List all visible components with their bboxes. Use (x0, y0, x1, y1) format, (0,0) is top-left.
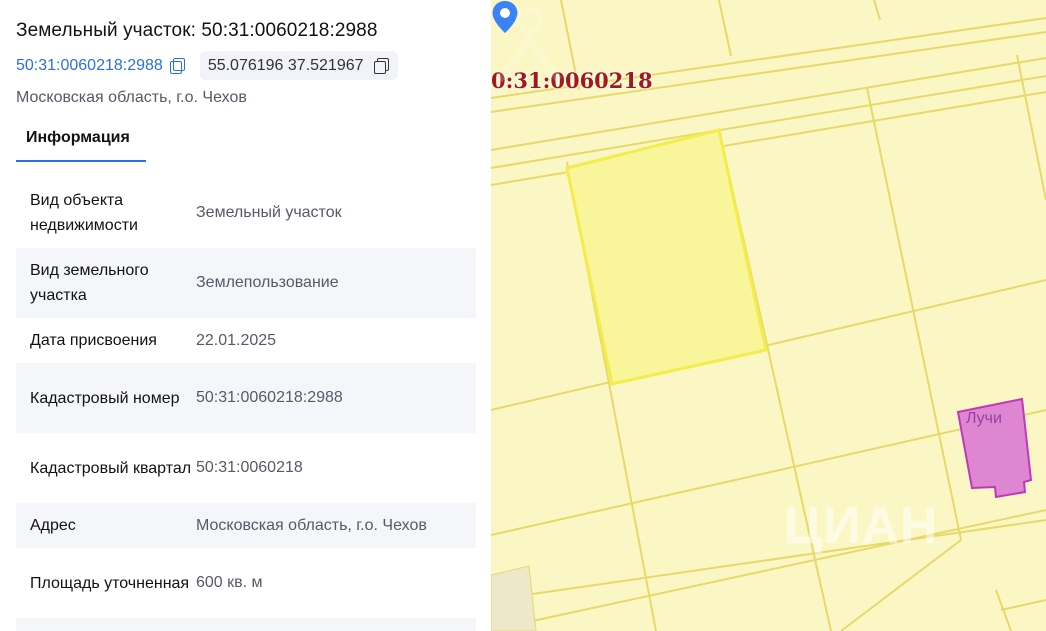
parcel-boundary (995, 589, 1012, 631)
cadastral-number-text[interactable]: 50:31:0060218:2988 (16, 57, 163, 75)
tab-information[interactable]: Информация (16, 117, 146, 162)
parcel-boundary (718, 0, 732, 57)
cadastral-map[interactable]: 0:31:0060218 Лучи ЦИАН (491, 0, 1046, 631)
cadastral-number-link[interactable]: 50:31:0060218:2988 (16, 56, 185, 75)
info-value: Земельный участок (196, 204, 342, 221)
info-row: Адрес Московская область, г.о. Чехов (16, 503, 476, 548)
parcel-boundary (491, 279, 1046, 411)
identifier-row: 50:31:0060218:2988 55.076196 37.521967 (16, 51, 398, 80)
info-value: 50:31:0060218:2988 (196, 389, 343, 406)
address-subtitle: Московская область, г.о. Чехов (16, 89, 247, 106)
parcel-boundary (491, 509, 1046, 631)
parcel-boundary (873, 0, 881, 21)
info-label: Площадь уточненная (30, 574, 190, 592)
map-parcels (491, 0, 1046, 631)
parcel-boundary (1000, 599, 1046, 611)
page-title: Земельный участок: 50:31:0060218:2988 (16, 20, 378, 41)
poi-label: Лучи (966, 410, 1002, 427)
info-value: Московская область, г.о. Чехов (196, 516, 427, 534)
parcel-boundary (491, 519, 1046, 601)
tab-label: Информация (26, 129, 130, 146)
info-row: Площадь уточненная 600 кв. м (16, 548, 476, 618)
parcel-boundary (866, 87, 962, 541)
shaded-area (491, 565, 537, 631)
info-label: Кадастровый номер (30, 389, 180, 407)
info-row: Кадастровый квартал 50:31:0060218 (16, 433, 476, 503)
info-label: Вид объекта недвижимости (30, 192, 138, 234)
info-label: Адрес (30, 517, 76, 534)
info-label: Дата присвоения (30, 332, 157, 349)
copy-icon[interactable] (373, 58, 389, 74)
watermark-text: ЦИАН (784, 497, 939, 555)
info-row: Кадастровый номер 50:31:0060218:2988 (16, 363, 476, 433)
info-value: 22.01.2025 (196, 331, 277, 349)
coordinates-chip[interactable]: 55.076196 37.521967 (199, 51, 398, 80)
watermark-logo-icon (495, 6, 563, 83)
selected-parcel (565, 128, 768, 386)
info-value: Землепользование (196, 274, 339, 291)
info-row (16, 618, 476, 631)
info-value: 600 кв. м (196, 574, 263, 591)
info-label: Вид земельного участка (30, 262, 149, 304)
info-row: Вид земельного участка Землепользование (16, 248, 476, 318)
info-label: Кадастровый квартал (30, 459, 192, 477)
info-row: Вид объекта недвижимости Земельный участ… (16, 178, 476, 248)
info-value: 50:31:0060218 (196, 459, 303, 476)
coordinates-text: 55.076196 37.521967 (207, 56, 364, 74)
property-info-panel: Земельный участок: 50:31:0060218:2988 50… (0, 0, 491, 631)
info-row: Дата присвоения 22.01.2025 (16, 318, 476, 363)
copy-icon[interactable] (169, 58, 185, 74)
info-table: Вид объекта недвижимости Земельный участ… (16, 178, 476, 631)
